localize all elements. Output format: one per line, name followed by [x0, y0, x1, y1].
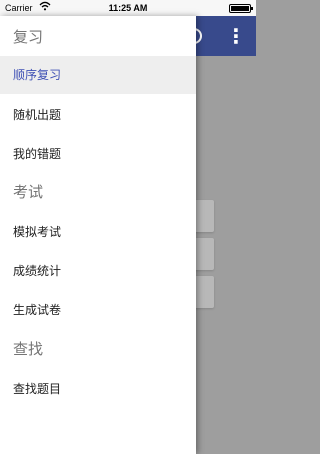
section-header-search: 查找 [13, 340, 44, 358]
clock: 11:25 AM [108, 3, 148, 13]
menu-item-generate-paper[interactable]: 生成试卷 [0, 291, 196, 329]
menu-item-sequential-review[interactable]: 顺序复习 [0, 56, 196, 94]
menu-item-my-mistakes[interactable]: 我的错题 [0, 135, 196, 173]
menu-item-search-questions[interactable]: 查找题目 [0, 370, 196, 408]
status-bar: Carrier 11:25 AM [0, 0, 256, 16]
menu-item-random-question[interactable]: 随机出题 [0, 96, 196, 134]
section-header-review: 复习 [13, 28, 44, 46]
more-options-icon[interactable]: ⋮ [226, 24, 246, 48]
battery-icon [229, 4, 253, 13]
menu-item-mock-exam[interactable]: 模拟考试 [0, 213, 196, 251]
section-header-exam: 考试 [13, 183, 44, 201]
navigation-drawer: 复习 顺序复习 随机出题 我的错题 考试 模拟考试 成绩统计 生成试卷 查找 查… [0, 16, 196, 454]
menu-item-score-statistics[interactable]: 成绩统计 [0, 252, 196, 290]
